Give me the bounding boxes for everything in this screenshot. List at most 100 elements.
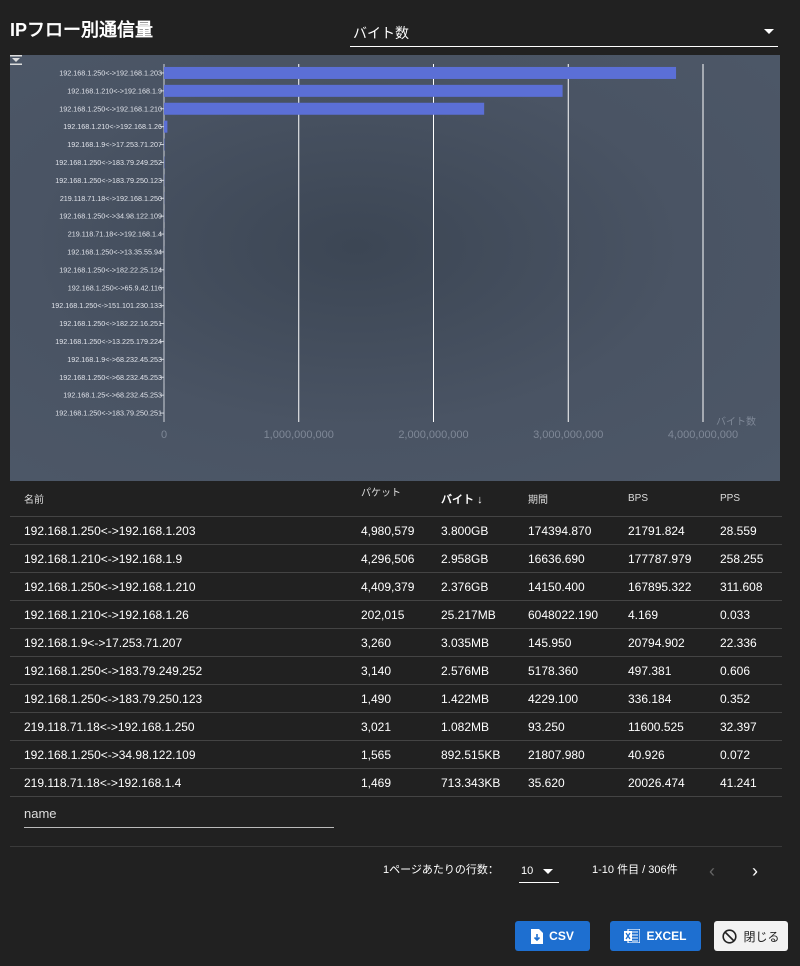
y-tick-label: 192.168.1.250<->183.79.249.252 [55,158,162,167]
col-header-bps[interactable]: BPS [614,481,706,517]
cell-bytes: 1.422MB [427,684,514,713]
y-tick-label: 192.168.1.250<->34.98.122.109 [59,212,162,221]
y-tick-label: 219.118.71.18<->192.168.1.4 [68,230,162,239]
name-filter[interactable] [24,800,334,828]
dropdown-arrow-icon [764,29,774,34]
page-title: IPフロー別通信量 [10,20,154,40]
cell-bps: 21791.824 [614,516,706,545]
y-tick-label: 192.168.1.210<->192.168.1.9 [67,86,162,95]
cell-name: 192.168.1.210<->192.168.1.26 [10,600,347,629]
file-download-icon [531,928,544,944]
cell-packets: 3,021 [347,712,427,741]
cell-name: 192.168.1.250<->34.98.122.109 [10,740,347,769]
cell-pps: 22.336 [706,628,782,657]
cell-bytes: 3.035MB [427,628,514,657]
cell-bps: 177787.979 [614,544,706,573]
table-row[interactable]: 192.168.1.210<->192.168.1.9 4,296,506 2.95… [10,544,782,573]
cell-period: 145.950 [514,628,614,657]
cell-period: 93.250 [514,712,614,741]
cell-bytes: 892.515KB [427,740,514,769]
cell-packets: 4,296,506 [347,544,427,573]
table-row[interactable]: 192.168.1.9<->17.253.71.207 3,260 3.035MB 1… [10,628,782,657]
x-axis-label: バイト数 [716,415,756,428]
block-icon [722,928,738,944]
cell-name: 192.168.1.250<->183.79.250.123 [10,684,347,713]
rows-per-page-select[interactable]: 10 [519,860,559,883]
metric-select[interactable]: バイト数 [350,18,778,47]
rows-per-page-value: 10 [521,865,534,877]
cell-period: 14150.400 [514,572,614,601]
excel-button[interactable]: EXCEL [610,921,701,951]
y-tick-label: 219.118.71.18<->192.168.1.250 [60,194,162,203]
table-row[interactable]: 192.168.1.250<->183.79.249.252 3,140 2.576… [10,656,782,685]
cell-bps: 40.926 [614,740,706,769]
chevron-left-icon[interactable]: ‹ [709,862,715,880]
table-row[interactable]: 192.168.1.250<->192.168.1.203 4,980,579 3.… [10,516,782,545]
col-header-bytes[interactable]: バイト ↓ [427,481,514,517]
cell-bytes: 2.958GB [427,544,514,573]
bar [164,66,677,79]
flow-bar-chart: 192.168.1.250<->192.168.1.203 192.168.1.2… [10,55,780,481]
col-header-name[interactable]: 名前 [10,481,347,517]
sort-desc-icon: ↓ [477,493,483,506]
metric-select-value: バイト数 [353,25,409,41]
col-header-pps[interactable]: PPS [706,481,782,517]
x-tick-label: 4,000,000,000 [668,429,738,441]
chart-menu-icon[interactable] [10,55,22,65]
cell-packets: 1,469 [347,768,427,797]
cell-name: 192.168.1.9<->17.253.71.207 [10,628,347,657]
bar [164,84,563,97]
cell-period: 21807.980 [514,740,614,769]
col-header-period[interactable]: 期間 [514,481,614,517]
y-tick-label: 192.168.1.250<->183.79.250.123 [55,176,162,185]
cell-name: 192.168.1.250<->192.168.1.203 [10,516,347,545]
table-body: 192.168.1.250<->192.168.1.203 4,980,579 3.… [10,516,782,797]
cell-period: 6048022.190 [514,600,614,629]
cell-pps: 0.033 [706,600,782,629]
cell-name: 219.118.71.18<->192.168.1.4 [10,768,347,797]
cell-period: 174394.870 [514,516,614,545]
x-tick-label: 1,000,000,000 [264,429,334,441]
cell-period: 16636.690 [514,544,614,573]
cell-name: 219.118.71.18<->192.168.1.250 [10,712,347,741]
cell-bytes: 1.082MB [427,712,514,741]
x-tick-label: 2,000,000,000 [398,429,468,441]
x-tick-label: 0 [161,429,167,441]
table-row[interactable]: 219.118.71.18<->192.168.1.4 1,469 713.343K… [10,768,782,797]
y-tick-label: 192.168.1.250<->13.35.55.94 [67,247,162,256]
table-row[interactable]: 192.168.1.250<->192.168.1.210 4,409,379 2.… [10,572,782,601]
dropdown-arrow-icon [543,869,553,874]
y-tick-label: 192.168.1.250<->192.168.1.203 [59,68,162,77]
table-row[interactable]: 192.168.1.250<->183.79.250.123 1,490 1.422… [10,684,782,713]
col-header-packets[interactable]: パケット [347,481,427,517]
table-row[interactable]: 219.118.71.18<->192.168.1.250 3,021 1.082M… [10,712,782,741]
cell-bps: 167895.322 [614,572,706,601]
cell-bps: 20794.902 [614,628,706,657]
y-tick-label: 192.168.1.9<->68.232.45.253 [67,355,162,364]
close-button[interactable]: 閉じる [714,921,788,951]
cell-packets: 4,409,379 [347,572,427,601]
close-button-label: 閉じる [743,929,780,944]
table-row[interactable]: 192.168.1.250<->34.98.122.109 1,565 892.51… [10,740,782,769]
cell-period: 35.620 [514,768,614,797]
table-row[interactable]: 192.168.1.210<->192.168.1.26 202,015 25.21… [10,600,782,629]
cell-pps: 0.352 [706,684,782,713]
csv-button-label: CSV [549,929,574,943]
cell-name: 192.168.1.250<->183.79.249.252 [10,656,347,685]
cell-bytes: 2.376GB [427,572,514,601]
name-filter-input[interactable] [24,800,324,827]
cell-packets: 3,140 [347,656,427,685]
cell-pps: 28.559 [706,516,782,545]
rows-per-page-label: 1ページあたりの行数： [383,864,499,876]
csv-button[interactable]: CSV [515,921,590,951]
chart-svg: 192.168.1.250<->192.168.1.203 192.168.1.2… [51,64,756,441]
cell-period: 5178.360 [514,656,614,685]
cell-bps: 4.169 [614,600,706,629]
chevron-right-icon[interactable]: › [752,862,758,880]
divider [10,846,782,847]
cell-bytes: 713.343KB [427,768,514,797]
cell-packets: 4,980,579 [347,516,427,545]
y-tick-label: 192.168.1.250<->182.22.25.124 [59,265,162,274]
cell-packets: 1,565 [347,740,427,769]
cell-pps: 0.606 [706,656,782,685]
